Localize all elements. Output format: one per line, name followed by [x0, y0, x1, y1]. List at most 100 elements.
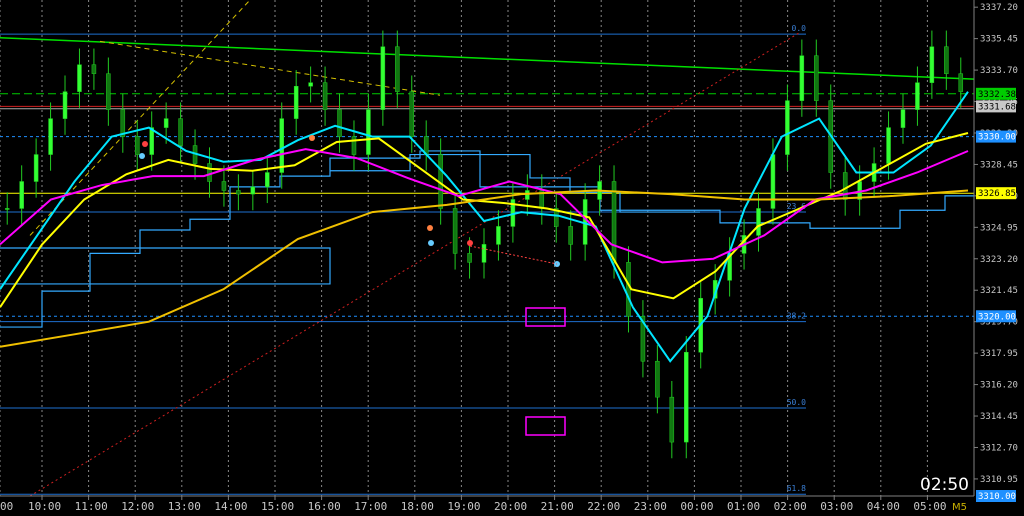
candle-body [250, 186, 256, 195]
price-tick-label: 3321.45 [980, 286, 1018, 296]
candle-body [626, 262, 631, 317]
candle-body [91, 64, 97, 74]
candle-body [19, 181, 24, 209]
candle-body [48, 118, 53, 155]
time-tick-label: 14:00 [214, 500, 247, 513]
candle-body [496, 226, 501, 245]
trade-marker-icon [309, 135, 315, 141]
marker-box [525, 416, 566, 436]
time-tick-label: 01:00 [727, 500, 760, 513]
time-tick-label: 03:00 [820, 500, 853, 513]
time-tick-label: 22:00 [587, 500, 620, 513]
time-tick-label: 04:00 [867, 500, 900, 513]
price-tick-label: 3335.45 [980, 35, 1018, 45]
candle-body [322, 82, 328, 110]
candle-body [149, 127, 154, 155]
candle-body [611, 181, 617, 263]
step-box [0, 247, 331, 285]
time-tick-label: 10:00 [28, 500, 61, 513]
price-tick-label: 3328.45 [980, 160, 1018, 170]
candle-body [308, 82, 313, 87]
time-tick-label: 21:00 [541, 500, 574, 513]
fib-level-label: 50.0 [787, 398, 806, 407]
candle-body [568, 226, 573, 245]
candle-body [178, 118, 183, 146]
price-badge-label: 3330.00 [978, 133, 1016, 143]
candle-body [62, 91, 68, 119]
trade-marker-icon [142, 141, 148, 147]
price-tick-label: 3314.45 [980, 412, 1018, 422]
moving-average-line [0, 91, 969, 363]
time-tick-label: 15:00 [261, 500, 294, 513]
candle-body [221, 181, 227, 191]
time-tick-label: 02:00 [774, 500, 807, 513]
time-tick-label: 19:00 [447, 500, 480, 513]
time-tick-label: 00 [0, 500, 13, 513]
candle-body [265, 172, 270, 188]
price-badge-label: 3310.00 [978, 492, 1016, 502]
candle-body [395, 46, 400, 92]
price-tick-label: 3317.95 [980, 349, 1018, 359]
trade-marker-icon [428, 240, 434, 246]
candle-body [163, 118, 169, 128]
countdown-clock: 02:50 [920, 475, 969, 495]
candle-body [4, 208, 10, 210]
fib-level-label: 38.2 [787, 312, 806, 321]
candle-body [380, 46, 386, 110]
candle-body [915, 82, 920, 110]
candle-body [467, 253, 472, 263]
candle-body [409, 91, 415, 137]
candle-body [900, 109, 906, 128]
candle-body [279, 118, 284, 173]
price-badge-label: 3332.38 [978, 90, 1016, 100]
fib-level-label: 61.8 [787, 484, 806, 493]
time-tick-label: 16:00 [308, 500, 341, 513]
candle-body [366, 109, 371, 155]
price-badge-label: 3326.85 [978, 189, 1016, 199]
candle-body [351, 136, 357, 155]
price-chart[interactable]: 0.023.638.250.061.83337.203335.453333.70… [0, 0, 1024, 516]
price-tick-label: 3333.70 [980, 66, 1018, 76]
time-tick-label: 23:00 [634, 500, 667, 513]
chart-window[interactable]: 0.0 23.6 38.2 50.0 61.8 3337.20 3335.45 3333.70… [0, 0, 1024, 516]
candle-body [785, 100, 790, 155]
trendline-green [0, 36, 975, 80]
candle-body [929, 46, 935, 83]
time-tick-label: 17:00 [354, 500, 387, 513]
candle-body [684, 351, 689, 443]
candle-body [814, 55, 819, 101]
candle-body [33, 154, 39, 182]
price-tick-label: 3316.20 [980, 381, 1018, 391]
candle-body [655, 360, 660, 398]
trade-marker-icon [467, 240, 473, 246]
candle-body [135, 136, 140, 155]
trade-marker-icon [139, 153, 145, 159]
price-tick-label: 3312.70 [980, 443, 1018, 453]
price-tick-label: 3324.95 [980, 223, 1018, 233]
time-tick-label: 20:00 [494, 500, 527, 513]
price-tick-label: 3337.20 [980, 3, 1018, 13]
candle-body [481, 244, 487, 263]
candle-body [756, 208, 761, 236]
time-tick-label: 11:00 [75, 500, 108, 513]
candle-body [106, 73, 111, 110]
marker-box [525, 307, 566, 327]
candle-body [120, 109, 126, 137]
time-tick-label: 00:00 [680, 500, 713, 513]
price-tick-label: 3310.95 [980, 475, 1018, 485]
timeframe-label: M5 [952, 502, 967, 513]
fib-level-label: 0.0 [792, 24, 807, 33]
price-badge-label: 3331.68 [978, 102, 1016, 112]
candle-body [944, 46, 949, 74]
time-tick-label: 05:00 [913, 500, 946, 513]
price-tick-label: 3323.20 [980, 255, 1018, 265]
time-tick-label: 12:00 [121, 500, 154, 513]
candle-body [236, 190, 241, 195]
trade-marker-icon [427, 225, 433, 231]
time-tick-label: 18:00 [401, 500, 434, 513]
price-badge-label: 3320.00 [978, 312, 1016, 322]
candle-body [525, 190, 530, 200]
candle-body [293, 86, 299, 119]
candle-body [799, 55, 805, 101]
candle-body [886, 127, 891, 164]
